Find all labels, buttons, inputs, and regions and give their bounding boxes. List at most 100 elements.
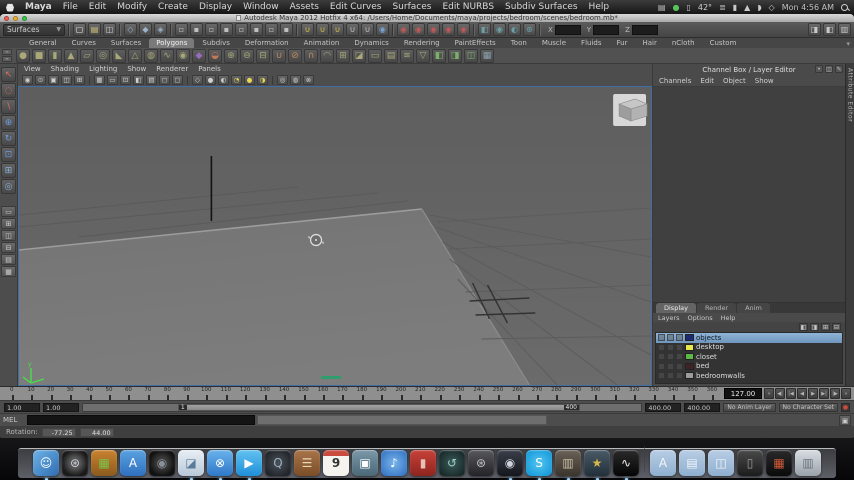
snap-icon[interactable]: ∪ <box>331 23 344 36</box>
shelf-tab[interactable]: Polygons <box>149 38 195 48</box>
layer-color-swatch[interactable] <box>685 362 694 370</box>
shelf-tab[interactable]: Rendering <box>397 38 447 48</box>
history-icon[interactable]: ◉ <box>442 23 455 36</box>
panel-toolbar-icon[interactable]: ● <box>244 75 255 85</box>
history-icon[interactable]: ◉ <box>412 23 425 36</box>
dock-app-icon[interactable]: ▦ <box>91 450 117 476</box>
script-editor-icon[interactable]: ▣ <box>839 414 851 426</box>
tool-button[interactable]: ⊕ <box>1 115 16 130</box>
menubar-item[interactable]: Modify <box>117 2 147 12</box>
dock-place-icon[interactable]: ◫ <box>708 450 734 476</box>
range-slider-track[interactable]: 1 400 <box>82 402 643 412</box>
auto-keyframe-toggle[interactable]: ● <box>841 402 850 412</box>
panel-menu-item[interactable]: Shading <box>51 65 79 74</box>
spotlight-icon[interactable] <box>841 3 848 11</box>
layer-visibility-toggle[interactable] <box>658 372 665 380</box>
menubar-item[interactable]: Display <box>199 2 232 12</box>
dock-app-icon[interactable]: ∿ <box>613 450 639 480</box>
dock-app-icon[interactable]: ▶ <box>236 450 262 480</box>
shelf-item-icon[interactable]: ⊕ <box>224 48 238 63</box>
tool-button[interactable]: ↖ <box>1 67 16 82</box>
layer-editor-menu-item[interactable]: Help <box>721 314 736 322</box>
layer-row[interactable]: bed <box>656 362 842 372</box>
selection-mask-icon[interactable]: ▫ <box>235 23 248 36</box>
layer-row[interactable]: desktop <box>656 343 842 353</box>
dock-app-icon[interactable]: Q <box>265 450 291 476</box>
render-icon[interactable]: ⊛ <box>523 23 536 36</box>
playback-start-field[interactable]: 1.00 <box>43 402 79 412</box>
panel-toolbar-icon[interactable]: ◍ <box>290 75 301 85</box>
shelf-tab[interactable]: Custom <box>703 38 744 48</box>
panel-toolbar-icon[interactable]: ◎ <box>277 75 288 85</box>
panel-toolbar-icon[interactable]: ▤ <box>146 75 157 85</box>
dock-app-icon[interactable]: A <box>120 450 146 476</box>
menubar-item[interactable]: Edit <box>89 2 106 12</box>
shelf-item-icon[interactable]: ◠ <box>320 48 334 63</box>
selection-mode-icon[interactable]: ◆ <box>139 23 152 36</box>
attribute-editor-tab[interactable]: Attribute Editor <box>847 68 854 386</box>
dock-app-icon[interactable]: ♪ <box>381 450 407 476</box>
mel-label[interactable]: MEL <box>3 416 25 424</box>
selection-mask-icon[interactable]: ▪ <box>220 23 233 36</box>
layer-editor-menu-item[interactable]: Options <box>688 314 713 322</box>
render-icon[interactable]: ◐ <box>508 23 521 36</box>
file-toolbar-icon[interactable]: ▤ <box>88 23 101 36</box>
selection-mask-icon[interactable]: ▪ <box>280 23 293 36</box>
panel-toolbar-icon[interactable]: ⊡ <box>120 75 131 85</box>
panel-toolbar-icon[interactable]: ▣ <box>48 75 59 85</box>
shelf-item-icon[interactable]: ◎ <box>96 48 110 63</box>
layer-row[interactable]: closet <box>656 352 842 362</box>
panel-toolbar-icon[interactable]: ◑ <box>257 75 268 85</box>
tool-button[interactable]: ↻ <box>1 131 16 146</box>
3d-viewport[interactable]: y <box>18 86 652 386</box>
shelf-item-icon[interactable]: ◨ <box>448 48 462 63</box>
scene-cube[interactable] <box>613 94 648 126</box>
shelf-item-icon[interactable]: ◉ <box>176 48 190 63</box>
shelf-item-icon[interactable]: ◣ <box>112 48 126 63</box>
snap-icon[interactable]: ∪ <box>361 23 374 36</box>
panel-toolbar-icon[interactable]: ▦ <box>94 75 105 85</box>
playback-button[interactable]: « <box>764 388 774 399</box>
shelf-item-icon[interactable]: ▮ <box>48 48 62 63</box>
panel-toolbar-icon[interactable]: ◔ <box>231 75 242 85</box>
character-set-selector[interactable]: No Character Set <box>778 402 838 412</box>
layer-editor-tab[interactable]: Anim <box>737 303 770 313</box>
dock-place-icon[interactable]: ▤ <box>679 450 705 476</box>
shelf-tab[interactable]: Deformation <box>238 38 296 48</box>
menubar-item[interactable]: Create <box>158 2 188 12</box>
panel-menu-item[interactable]: Renderer <box>156 65 188 74</box>
panel-menu-item[interactable]: Show <box>127 65 146 74</box>
layout-shortcut-button[interactable]: ▤ <box>1 254 16 265</box>
shelf-item-icon[interactable]: ≋ <box>400 48 414 63</box>
playback-button[interactable]: ◀ <box>797 388 807 399</box>
menubar-item[interactable]: Edit NURBS <box>442 2 494 12</box>
shelf-item-icon[interactable]: ● <box>16 48 30 63</box>
render-icon[interactable]: ◧ <box>478 23 491 36</box>
channel-box-mini-icon[interactable]: ✎ <box>835 65 843 73</box>
channel-box-menu-item[interactable]: Object <box>723 77 746 85</box>
layout-shortcut-button[interactable]: ⊞ <box>1 218 16 229</box>
selection-mode-icon[interactable]: ◈ <box>154 23 167 36</box>
shelf-tab[interactable]: Curves <box>65 38 103 48</box>
menubar-item[interactable]: Maya <box>25 2 52 12</box>
playback-button[interactable]: |▶ <box>830 388 840 399</box>
layer-visibility-toggle[interactable] <box>658 362 665 370</box>
shelf-tab[interactable]: Surfaces <box>104 38 148 48</box>
layer-color-swatch[interactable] <box>685 353 694 361</box>
sidebar-toggle-icon[interactable]: ▥ <box>838 23 851 36</box>
history-icon[interactable]: ◉ <box>427 23 440 36</box>
shelf-item-icon[interactable]: ▽ <box>416 48 430 63</box>
layout-shortcut-button[interactable]: ⊟ <box>1 242 16 253</box>
tool-button[interactable]: ⊡ <box>1 147 16 162</box>
shelf-item-icon[interactable]: ⊟ <box>256 48 270 63</box>
coordinate-input[interactable] <box>554 24 581 35</box>
selection-mode-icon[interactable]: ◇ <box>124 23 137 36</box>
dock-place-icon[interactable]: A <box>650 450 676 476</box>
playback-button[interactable]: ▶ <box>808 388 818 399</box>
layer-playback-toggle[interactable] <box>667 334 674 342</box>
menu-extra-icon[interactable]: ● <box>672 3 679 12</box>
snap-icon[interactable]: ∪ <box>316 23 329 36</box>
shelf-item-icon[interactable]: ◆ <box>192 48 206 63</box>
shelf-tab[interactable]: Fluids <box>574 38 608 48</box>
shelf-tab[interactable]: Dynamics <box>347 38 396 48</box>
